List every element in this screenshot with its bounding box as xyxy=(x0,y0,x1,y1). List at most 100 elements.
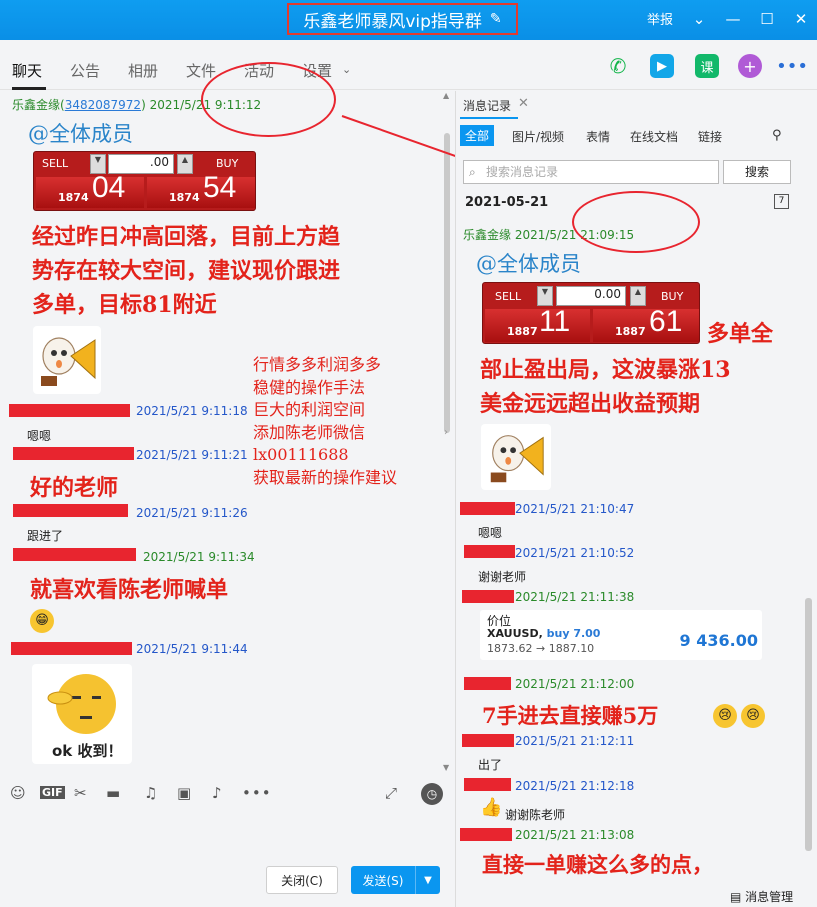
filter-links[interactable]: 链接 xyxy=(698,128,722,145)
filter-settings-icon[interactable]: ⚲ xyxy=(772,128,782,143)
more-icon[interactable]: ••• xyxy=(776,54,808,78)
megaphone-icon xyxy=(41,337,96,386)
more-tools-icon[interactable]: ••• xyxy=(242,784,272,802)
report-link[interactable]: 举报 xyxy=(647,9,673,28)
stepper-down-icon[interactable]: ▼ xyxy=(537,286,553,306)
edit-icon[interactable]: ✎ xyxy=(490,11,502,27)
redacted-name xyxy=(464,677,511,690)
history-scrollbar[interactable] xyxy=(805,598,812,851)
sender-name[interactable]: 乐鑫金缘 xyxy=(463,228,511,242)
mention-text: @全体成员 xyxy=(476,252,581,276)
promo-line: 添加陈老师微信 xyxy=(253,422,366,442)
maximize-icon[interactable]: ☐ xyxy=(759,10,775,28)
lesson-icon[interactable]: 课 xyxy=(695,54,719,78)
message-manager-icon: ▤ xyxy=(730,890,742,904)
redacted-name xyxy=(464,778,511,791)
filter-media[interactable]: 图片/视频 xyxy=(512,128,564,145)
message-text: 就喜欢看陈老师喊单 xyxy=(30,577,229,603)
calendar-icon[interactable]: 7 xyxy=(774,194,789,209)
message-text: 谢谢陈老师 xyxy=(505,808,566,822)
advice-line: 经过昨日冲高回落，目前上方趋 xyxy=(32,224,341,250)
history-title: 消息记录 xyxy=(463,99,512,113)
audio-icon[interactable]: ♫ xyxy=(144,784,157,802)
tab-bar: 聊天 公告 相册 文件 活动 设置 ⌄ ✆ ▶ 课 + ••• xyxy=(0,40,817,90)
search-button[interactable]: 搜索 xyxy=(723,160,791,184)
image-icon[interactable]: ▣ xyxy=(177,784,191,802)
message-time: 2021/5/21 9:11:18 xyxy=(136,404,248,418)
scissors-icon[interactable]: ✂ xyxy=(74,784,87,802)
advice-line: 多单，目标81附近 xyxy=(32,292,217,318)
price-card[interactable]: 价位 XAUUSD, buy 7.00 1873.62 → 1887.10 9 … xyxy=(480,610,762,660)
sender-uid[interactable]: 3482087972 xyxy=(65,98,141,112)
filter-all[interactable]: 全部 xyxy=(460,125,495,146)
chevron-down-icon[interactable]: ⌄ xyxy=(342,63,351,76)
trade-widget: SELL ▼ 0.00 ▲ BUY 1887 11 1887 61 xyxy=(482,282,700,344)
phone-icon[interactable]: ✆ xyxy=(606,54,630,78)
megaphone-sticker[interactable] xyxy=(33,326,101,394)
price-card-symbol: XAUUSD, buy 7.00 xyxy=(487,627,600,640)
close-history-icon[interactable]: ✕ xyxy=(518,96,529,111)
message-time: 2021/5/21 21:12:18 xyxy=(515,779,635,793)
promo-line: 行情多多利润多多 xyxy=(253,355,382,374)
chevron-down-icon[interactable]: ▼ xyxy=(415,866,440,894)
sell-price-panel[interactable]: 1874 04 xyxy=(36,171,144,208)
buy-price-panel[interactable]: 1874 54 xyxy=(147,171,255,208)
search-placeholder: 搜索消息记录 xyxy=(486,165,559,179)
minimize-icon[interactable]: — xyxy=(725,10,741,28)
redacted-name xyxy=(464,545,515,558)
redacted-name xyxy=(460,502,515,515)
sender-name[interactable]: 乐鑫金缘 xyxy=(12,98,60,112)
chevron-down-icon[interactable]: ⌄ xyxy=(691,10,707,28)
bell-icon[interactable]: ♪ xyxy=(212,784,222,802)
stepper-up-icon[interactable]: ▲ xyxy=(177,154,193,174)
tab-notice[interactable]: 公告 xyxy=(70,60,100,81)
message-manager-button[interactable]: ▤ 消息管理 xyxy=(730,888,793,905)
gif-icon[interactable]: GIF xyxy=(40,786,65,799)
redacted-name xyxy=(462,590,514,603)
message-time: 2021/5/21 21:12:11 xyxy=(515,734,635,748)
filter-docs[interactable]: 在线文档 xyxy=(630,128,678,145)
redacted-name xyxy=(13,504,128,517)
window-title: 乐鑫老师暴风vip指导群 xyxy=(303,11,482,32)
filter-emoji[interactable]: 表情 xyxy=(586,128,610,145)
redacted-name xyxy=(13,548,136,561)
message-text: 谢谢老师 xyxy=(478,570,527,584)
buy-price-small: 1874 xyxy=(169,191,200,204)
scroll-up-icon[interactable]: ▲ xyxy=(443,91,449,100)
amount-field[interactable]: 0.00 xyxy=(556,286,626,306)
expand-icon[interactable]: ⤢ xyxy=(385,784,397,802)
redacted-name xyxy=(462,734,514,747)
send-button[interactable]: 发送(S) ▼ xyxy=(351,866,440,894)
buy-price-small: 1887 xyxy=(615,325,646,338)
message-text: 嗯嗯 xyxy=(27,429,52,443)
cry-emoji-icon: 😢 xyxy=(741,704,765,728)
history-search-input[interactable]: ⌕ 搜索消息记录 xyxy=(463,160,719,184)
megaphone-sticker[interactable] xyxy=(481,424,551,490)
salute-sticker[interactable]: ok 收到！ xyxy=(32,664,132,764)
video-icon[interactable]: ▶ xyxy=(650,54,674,78)
stepper-up-icon[interactable]: ▲ xyxy=(630,286,646,306)
emoji-icon[interactable]: ☺ xyxy=(10,784,26,802)
message-text: 好的老师 xyxy=(30,475,119,501)
message-time: 2021/5/21 21:11:38 xyxy=(515,590,635,604)
order-action: buy 7.00 xyxy=(546,627,601,640)
history-clock-icon[interactable]: ◷ xyxy=(421,783,443,805)
profit-value: 9 436.00 xyxy=(679,631,758,650)
tab-album[interactable]: 相册 xyxy=(128,60,158,81)
active-tab-indicator xyxy=(460,117,518,119)
close-button[interactable]: 关闭(C) xyxy=(266,866,338,894)
message-time: 2021/5/21 9:11:34 xyxy=(143,550,255,564)
sell-price-panel[interactable]: 1887 11 xyxy=(485,305,590,342)
add-app-icon[interactable]: + xyxy=(738,54,762,78)
close-icon[interactable]: ✕ xyxy=(793,10,809,28)
window-title-box[interactable]: 乐鑫老师暴风vip指导群 ✎ xyxy=(287,3,518,35)
folder-icon[interactable]: ▬ xyxy=(106,784,120,802)
sell-label: SELL xyxy=(495,290,522,303)
collapse-arrow-icon[interactable]: › xyxy=(444,427,448,438)
highlight-circle xyxy=(572,191,700,253)
advice-text: 经过昨日冲高回落，目前上方趋 势存在较大空间，建议现价跟进 多单，目标81附近 xyxy=(32,220,340,322)
tab-chat[interactable]: 聊天 xyxy=(12,60,42,81)
scroll-down-icon[interactable]: ▼ xyxy=(443,763,449,772)
advice-line: 势存在较大空间，建议现价跟进 xyxy=(32,258,341,284)
buy-price-panel[interactable]: 1887 61 xyxy=(593,305,699,342)
